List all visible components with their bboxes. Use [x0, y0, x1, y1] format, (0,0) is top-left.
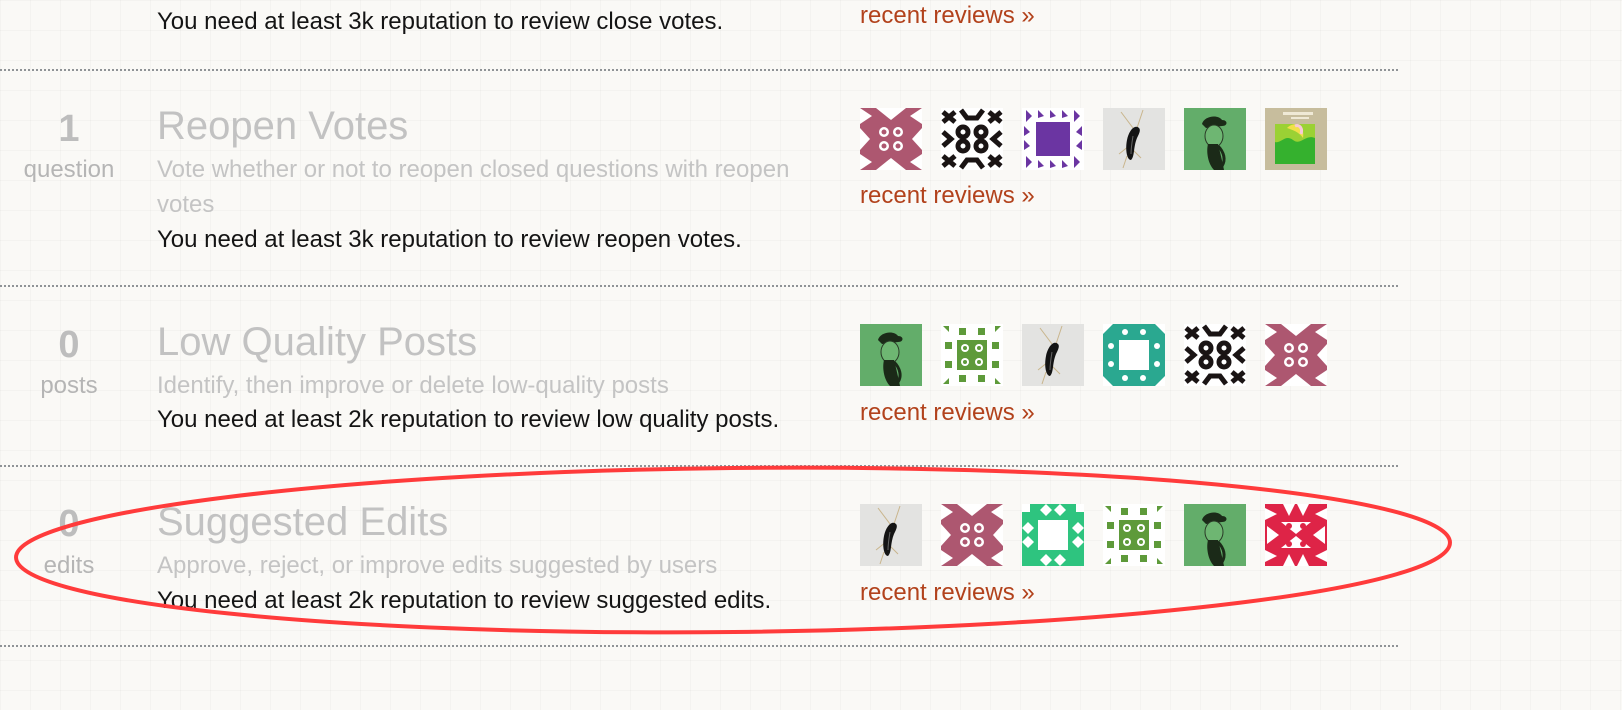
identicon-pink-icon: [860, 108, 922, 170]
queue-count: 0: [58, 324, 80, 366]
requirement-text: You need at least 3k reputation to revie…: [157, 8, 724, 35]
reviewer-avatar[interactable]: [1022, 504, 1084, 566]
queue-count: 0: [58, 503, 80, 545]
recent-reviews-link[interactable]: recent reviews »: [860, 4, 1035, 28]
photo-insect-icon: [1103, 108, 1165, 170]
requirement-text: You need at least 2k reputation to revie…: [157, 406, 780, 433]
identicon-black-icon: [1184, 324, 1246, 386]
queue-count-unit: question: [23, 156, 115, 183]
reviewer-avatar[interactable]: [860, 504, 922, 566]
reviewer-avatar[interactable]: [1265, 108, 1327, 170]
queue-count-unit: posts: [40, 372, 98, 399]
reviewer-avatar[interactable]: [1184, 108, 1246, 170]
identicon-pink-icon: [1265, 324, 1327, 386]
reviewer-avatar[interactable]: [1022, 108, 1084, 170]
queue-description: Identify, then improve or delete low-qua…: [157, 372, 669, 399]
identicon-mint-icon: [1022, 504, 1084, 566]
identicon-black-icon: [941, 108, 1003, 170]
identicon-pink-icon: [941, 504, 1003, 566]
queue-description: Vote whether or not to reopen closed que…: [157, 156, 790, 218]
reviewer-avatar[interactable]: [1265, 324, 1327, 386]
identicon-red-icon: [1265, 504, 1327, 566]
recent-reviews-link[interactable]: recent reviews »: [860, 184, 1035, 208]
identicon-purple-icon: [1022, 108, 1084, 170]
photo-portrait-icon: [1184, 504, 1246, 566]
queue-title-link[interactable]: Low Quality Posts: [157, 322, 477, 362]
requirement-text: You need at least 2k reputation to revie…: [157, 587, 772, 614]
recent-reviews-link[interactable]: recent reviews »: [860, 401, 1035, 425]
identicon-teal-icon: [1103, 324, 1165, 386]
photo-portrait-icon: [860, 324, 922, 386]
reviewer-avatar[interactable]: [941, 108, 1003, 170]
reviewer-avatar[interactable]: [1265, 504, 1327, 566]
queue-divider: [0, 465, 1398, 467]
queue-count-unit: edits: [43, 552, 95, 579]
reviewer-avatar[interactable]: [1103, 108, 1165, 170]
queue-divider: [0, 69, 1398, 71]
photo-book-cover-icon: [1265, 108, 1327, 170]
queue-divider: [0, 285, 1398, 287]
photo-portrait-icon: [1184, 108, 1246, 170]
reviewer-avatar[interactable]: [1184, 324, 1246, 386]
queue-title-link[interactable]: Suggested Edits: [157, 502, 448, 542]
reviewer-avatar[interactable]: [1103, 324, 1165, 386]
reviewer-avatars: [860, 504, 1327, 566]
reviewer-avatar[interactable]: [941, 504, 1003, 566]
requirement-text: You need at least 3k reputation to revie…: [157, 226, 742, 253]
reviewer-avatar[interactable]: [860, 324, 922, 386]
photo-insect-icon: [1022, 324, 1084, 386]
queue-title-link[interactable]: Reopen Votes: [157, 106, 408, 146]
identicon-green-icon: [941, 324, 1003, 386]
identicon-green-icon: [1103, 504, 1165, 566]
reviewer-avatar[interactable]: [860, 108, 922, 170]
reviewer-avatar[interactable]: [1103, 504, 1165, 566]
reviewer-avatars: [860, 324, 1327, 386]
recent-reviews-link[interactable]: recent reviews »: [860, 581, 1035, 605]
reviewer-avatars: [860, 108, 1327, 170]
queue-divider: [0, 645, 1398, 647]
queue-description: Approve, reject, or improve edits sugges…: [157, 552, 718, 579]
photo-insect-icon: [860, 504, 922, 566]
reviewer-avatar[interactable]: [1022, 324, 1084, 386]
reviewer-avatar[interactable]: [941, 324, 1003, 386]
reviewer-avatar[interactable]: [1184, 504, 1246, 566]
queue-count: 1: [58, 108, 80, 150]
